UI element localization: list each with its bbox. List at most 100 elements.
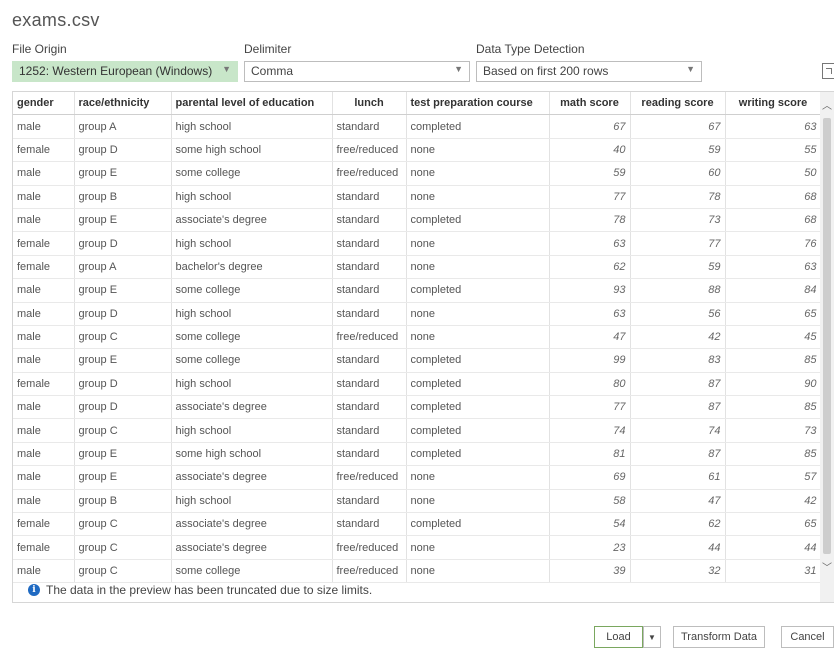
load-options-button[interactable]: ▼: [643, 626, 661, 648]
table-row: male group Esome high school standard compl…: [13, 442, 822, 467]
scroll-up-icon[interactable]: ︿: [820, 100, 834, 114]
delimiter-label: Delimiter: [244, 42, 292, 56]
table-cell: high school: [171, 302, 333, 326]
file-origin-label: File Origin: [12, 42, 67, 56]
table-cell: 85: [725, 395, 822, 420]
table-cell: completed: [406, 372, 550, 397]
table-cell: completed: [406, 512, 550, 537]
table-cell: 83: [630, 348, 726, 373]
table-cell: group E: [74, 442, 172, 467]
data-type-detection-dropdown[interactable]: Based on first 200 rows ▼: [476, 61, 702, 82]
table-cell: male: [13, 442, 75, 467]
table-row: male group Eassociate's degree free/reduce…: [13, 465, 822, 490]
table-cell: male: [13, 161, 75, 186]
table-row: female group Cassociate's degree standard c…: [13, 512, 822, 537]
table-cell: 59: [549, 161, 631, 186]
table-cell: 42: [630, 325, 726, 350]
table-cell: 45: [725, 325, 822, 350]
table-cell: associate's degree: [171, 512, 333, 537]
table-cell: 59: [630, 138, 726, 163]
scroll-down-icon[interactable]: ﹀: [820, 562, 834, 576]
table-cell: 74: [630, 418, 726, 443]
table-cell: standard: [332, 372, 407, 397]
table-cell: none: [406, 465, 550, 490]
preview-grid: gender race/ethnicity parental level of …: [12, 91, 834, 603]
table-cell: female: [13, 372, 75, 397]
table-cell: male: [13, 325, 75, 350]
table-cell: 87: [630, 395, 726, 420]
truncation-notice-text: The data in the preview has been truncat…: [46, 583, 373, 597]
column-header: writing score: [725, 92, 822, 116]
table-cell: 87: [630, 442, 726, 467]
table-cell: associate's degree: [171, 395, 333, 420]
table-cell: standard: [332, 278, 407, 303]
table-cell: high school: [171, 489, 333, 514]
table-cell: group B: [74, 489, 172, 514]
table-cell: group E: [74, 278, 172, 303]
table-cell: standard: [332, 418, 407, 443]
table-cell: 80: [549, 372, 631, 397]
table-cell: 73: [725, 418, 822, 443]
table-cell: 85: [725, 442, 822, 467]
table-cell: some college: [171, 348, 333, 373]
table-cell: 85: [725, 348, 822, 373]
table-cell: 62: [549, 255, 631, 280]
table-cell: 76: [725, 231, 822, 256]
table-cell: male: [13, 302, 75, 326]
column-header: parental level of education: [171, 92, 333, 116]
vertical-scrollbar[interactable]: ︿ ﹀: [820, 92, 834, 602]
table-cell: none: [406, 255, 550, 280]
table-cell: free/reduced: [332, 559, 407, 584]
table-cell: 77: [549, 185, 631, 209]
table-cell: none: [406, 161, 550, 186]
table-cell: associate's degree: [171, 465, 333, 490]
table-cell: none: [406, 489, 550, 514]
table-cell: female: [13, 231, 75, 256]
table-row: female group Cassociate's degree free/redu…: [13, 535, 822, 560]
table-cell: high school: [171, 231, 333, 256]
table-cell: group D: [74, 302, 172, 326]
chevron-down-icon: ▼: [648, 633, 656, 642]
table-cell: group A: [74, 255, 172, 280]
table-cell: 99: [549, 348, 631, 373]
table-cell: male: [13, 348, 75, 373]
table-cell: male: [13, 208, 75, 233]
table-cell: group E: [74, 208, 172, 233]
table-cell: male: [13, 489, 75, 514]
table-cell: some college: [171, 559, 333, 584]
table-cell: standard: [332, 395, 407, 420]
edit-settings-icon[interactable]: [822, 63, 834, 79]
table-cell: high school: [171, 185, 333, 209]
delimiter-value: Comma: [251, 64, 294, 78]
file-origin-dropdown[interactable]: 1252: Western European (Windows) ▼: [12, 61, 238, 82]
table-cell: 87: [630, 372, 726, 397]
table-cell: associate's degree: [171, 535, 333, 560]
table-cell: 63: [549, 302, 631, 326]
load-button[interactable]: Load: [594, 626, 643, 648]
table-cell: 54: [549, 512, 631, 537]
column-header: race/ethnicity: [74, 92, 172, 116]
scrollbar-thumb[interactable]: [823, 118, 831, 554]
transform-data-button[interactable]: Transform Data: [673, 626, 765, 648]
table-cell: group E: [74, 465, 172, 490]
table-cell: associate's degree: [171, 208, 333, 233]
cancel-button[interactable]: Cancel: [781, 626, 834, 648]
table-cell: completed: [406, 114, 550, 139]
table-cell: 39: [549, 559, 631, 584]
table-cell: 60: [630, 161, 726, 186]
column-header: reading score: [630, 92, 726, 116]
table-cell: standard: [332, 512, 407, 537]
delimiter-dropdown[interactable]: Comma ▼: [244, 61, 470, 82]
table-cell: 59: [630, 255, 726, 280]
table-cell: standard: [332, 442, 407, 467]
header-row: gender race/ethnicity parental level of …: [13, 92, 822, 116]
table-cell: none: [406, 231, 550, 256]
table-cell: some college: [171, 161, 333, 186]
table-cell: group E: [74, 348, 172, 373]
table-cell: standard: [332, 489, 407, 514]
table-cell: 88: [630, 278, 726, 303]
table-cell: free/reduced: [332, 535, 407, 560]
column-header: test preparation course: [406, 92, 550, 116]
table-cell: free/reduced: [332, 325, 407, 350]
table-row: female group Dhigh school standard complete…: [13, 372, 822, 397]
